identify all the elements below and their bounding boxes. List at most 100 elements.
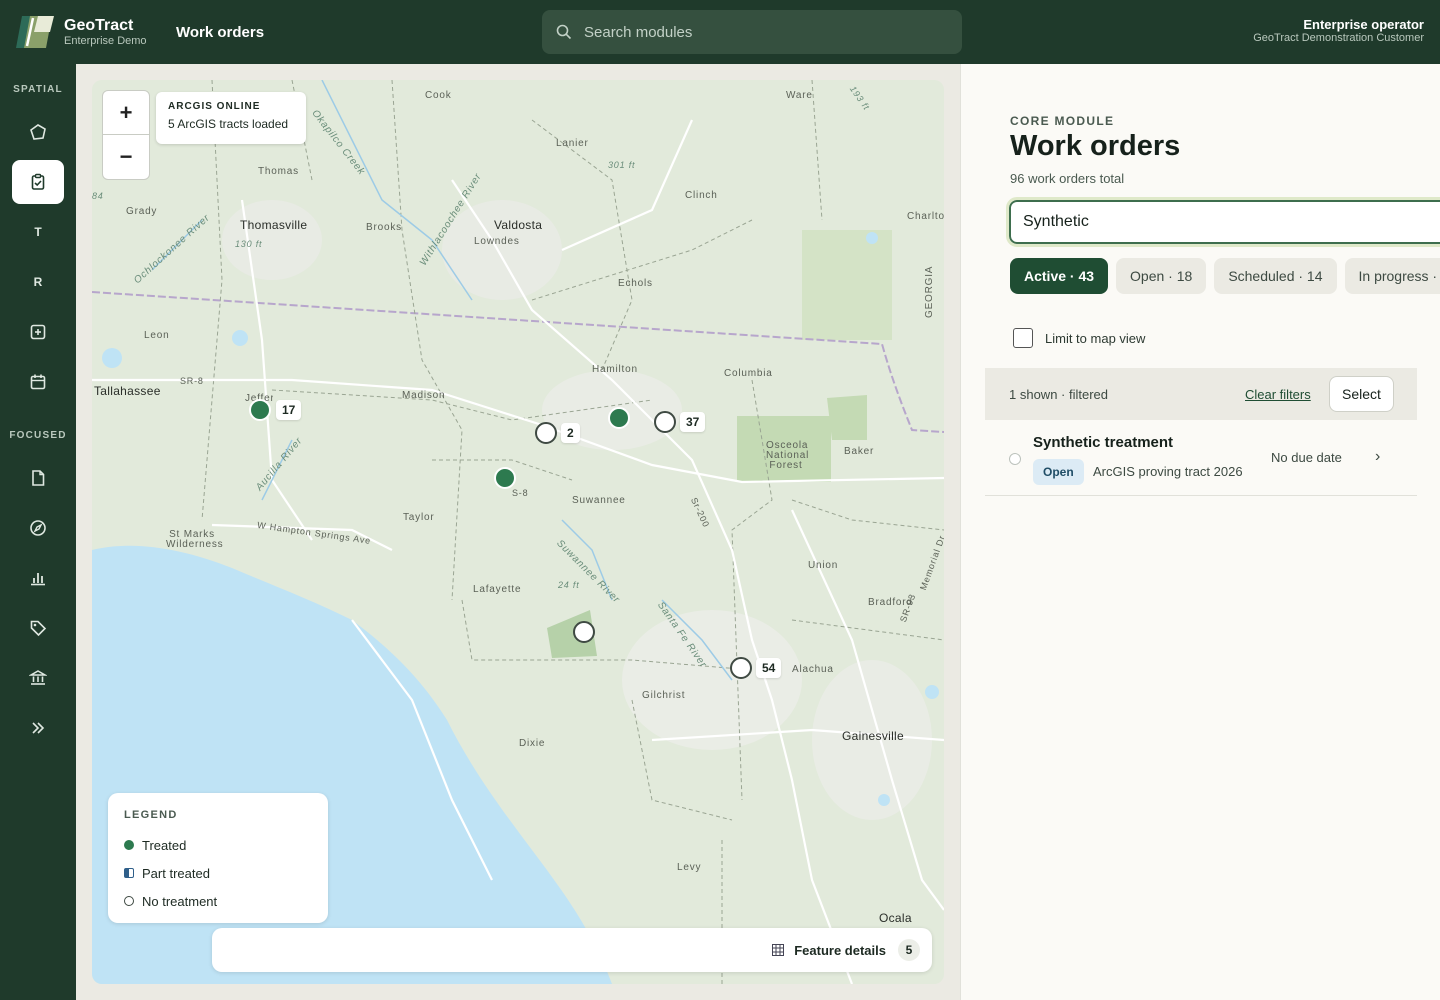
top-bar: GeoTract Enterprise Demo Work orders Ent…	[0, 0, 1440, 64]
work-order-name: Synthetic treatment	[1033, 434, 1174, 451]
map-label: Ocala	[879, 911, 912, 925]
map-label: Dixie	[519, 738, 546, 749]
bank-icon	[29, 670, 47, 685]
rail-reports-button[interactable]	[12, 556, 64, 600]
map-elevation-label: 301 ft	[608, 160, 636, 170]
rail-work-orders-button[interactable]	[12, 160, 64, 204]
map-label: GEORGIA	[924, 265, 935, 318]
map-marker-untreated[interactable]	[654, 411, 676, 433]
map-label: Alachua	[792, 664, 834, 675]
page-title: Work orders	[1010, 130, 1181, 162]
work-order-total: 96 work orders total	[1010, 171, 1125, 186]
limit-label: Limit to map view	[1045, 330, 1146, 346]
search-input[interactable]	[584, 23, 944, 41]
feature-details-label: Feature details	[794, 942, 886, 958]
calendar-icon	[30, 374, 46, 390]
brand-name: GeoTract	[64, 16, 134, 34]
user-menu[interactable]: Enterprise operator GeoTract Demonstrati…	[1253, 17, 1424, 45]
table-icon	[772, 944, 785, 956]
results-bar: 1 shown · filtered Clear filters Select	[985, 368, 1417, 420]
map-label: Baker	[844, 446, 875, 457]
map-elevation-label: 130 ft	[235, 239, 263, 249]
map-marker-untreated[interactable]	[730, 657, 752, 679]
map-marker-treated[interactable]	[494, 467, 516, 489]
legend-label: Treated	[142, 837, 187, 853]
zoom-out-button[interactable]: −	[103, 135, 149, 179]
rail-t-button[interactable]: T	[12, 210, 64, 254]
legend-item-no-treatment: No treatment	[124, 887, 312, 915]
tag-icon	[30, 620, 47, 637]
rail-add-button[interactable]	[12, 310, 64, 354]
map-marker-untreated[interactable]	[535, 422, 557, 444]
compass-icon	[30, 520, 46, 536]
map-legend: LEGEND Treated Part treated No treatment	[108, 793, 328, 923]
chip-in-progress[interactable]: In progress · 2	[1344, 258, 1440, 294]
user-organization: GeoTract Demonstration Customer	[1253, 32, 1424, 44]
panel-eyebrow: CORE MODULE	[1010, 114, 1115, 128]
search-icon	[556, 24, 572, 40]
map-label: Clinch	[685, 190, 718, 201]
arcgis-status: 5 ArcGIS tracts loaded	[168, 117, 289, 131]
map-label: Cook	[425, 90, 452, 101]
current-module-title: Work orders	[176, 23, 265, 41]
map-label: Hamilton	[592, 364, 638, 375]
map-canvas[interactable]: Cook Ware Lanier Clinch Thomas Thomasvil…	[92, 80, 944, 984]
map-label: Osceola National Forest	[766, 440, 810, 471]
work-order-tract: ArcGIS proving tract 2026	[1093, 464, 1243, 479]
chip-active[interactable]: Active · 43	[1010, 258, 1109, 294]
brand-subtitle: Enterprise Demo	[64, 34, 147, 47]
map-road-label: S-8	[512, 488, 529, 498]
geotract-logo-icon	[16, 16, 54, 48]
select-button[interactable]: Select	[1329, 376, 1394, 412]
work-order-search-input[interactable]	[1006, 197, 1440, 247]
clear-filters-link[interactable]: Clear filters	[1245, 387, 1311, 402]
map-road-label: SR-8	[180, 376, 204, 386]
limit-checkbox[interactable]	[1013, 328, 1033, 348]
limit-to-map-view[interactable]: Limit to map view	[1013, 328, 1145, 348]
status-badge: Open	[1033, 459, 1084, 485]
map-label: Taylor	[403, 512, 435, 523]
work-order-row[interactable]: Synthetic treatment Open ArcGIS proving …	[985, 420, 1417, 496]
rail-r-button[interactable]: R	[12, 260, 64, 304]
map-elevation-label: 24 ft	[558, 580, 580, 590]
map-marker-treated[interactable]	[608, 407, 630, 429]
map-label: Gilchrist	[642, 690, 686, 701]
cluster-count[interactable]: 17	[276, 400, 302, 420]
chip-open[interactable]: Open · 18	[1116, 258, 1207, 294]
rail-calendar-button[interactable]	[12, 360, 64, 404]
rail-explore-button[interactable]	[12, 506, 64, 550]
map-label: Tallahassee	[94, 384, 161, 398]
brand[interactable]: GeoTract Enterprise Demo	[0, 14, 176, 50]
work-order-due-date: No due date	[1271, 450, 1342, 465]
rail-section-focused: FOCUSED	[9, 430, 67, 441]
polygon-icon	[30, 124, 46, 140]
rail-tags-button[interactable]	[12, 606, 64, 650]
rail-expand-button[interactable]	[12, 706, 64, 750]
cluster-count[interactable]: 37	[680, 412, 706, 432]
legend-label: No treatment	[142, 893, 218, 909]
map-label: Thomasville	[240, 218, 308, 232]
part-treated-swatch-icon	[124, 868, 134, 878]
map-label: Grady	[126, 206, 158, 217]
rail-documents-button[interactable]	[12, 456, 64, 500]
legend-item-treated: Treated	[124, 831, 312, 859]
map-label: Columbia	[724, 368, 773, 379]
rail-tracts-button[interactable]	[12, 110, 64, 154]
map-label: Levy	[677, 862, 702, 873]
map-marker-treated[interactable]	[249, 399, 271, 421]
side-rail: SPATIAL T R FOCUSED	[0, 64, 76, 1000]
cluster-count[interactable]: 2	[561, 423, 580, 443]
map-label: Echols	[618, 278, 653, 289]
chip-scheduled[interactable]: Scheduled · 14	[1214, 258, 1337, 294]
document-icon	[32, 470, 45, 486]
user-role: Enterprise operator	[1303, 17, 1424, 32]
legend-item-part-treated: Part treated	[124, 859, 312, 887]
map-marker-untreated[interactable]	[573, 621, 595, 643]
zoom-in-button[interactable]: +	[103, 91, 149, 135]
feature-details-bar[interactable]: Feature details 5	[212, 928, 932, 972]
map-label: Leon	[144, 330, 170, 341]
cluster-count[interactable]: 54	[756, 658, 782, 678]
module-search[interactable]	[542, 10, 962, 54]
status-filter-chips: Active · 43 Open · 18 Scheduled · 14 In …	[1010, 258, 1440, 294]
rail-institution-button[interactable]	[12, 656, 64, 700]
